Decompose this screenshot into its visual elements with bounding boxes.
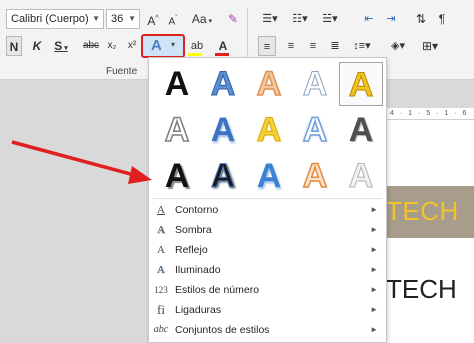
- align-right-icon[interactable]: ≡: [304, 36, 322, 56]
- font-color-icon: A: [218, 39, 228, 53]
- decrease-indent-icon[interactable]: ⇤: [360, 9, 378, 29]
- strikethrough-button[interactable]: abc: [80, 36, 102, 56]
- menu-item-label: Reflejo: [175, 244, 208, 256]
- font-group-label: Fuente: [106, 66, 138, 77]
- chevron-right-icon: ►: [370, 325, 378, 334]
- chevron-down-icon: ▼: [92, 14, 100, 23]
- strikethrough-label: abc: [82, 40, 100, 51]
- text-effects-menu: A A A A A A A A A A A A A A A A Contorno…: [148, 57, 387, 343]
- increase-indent-icon[interactable]: ⇥: [382, 9, 400, 29]
- effect-blue-shadow[interactable]: A: [201, 108, 245, 152]
- change-case-label: Aa: [191, 12, 207, 26]
- font-size-combobox[interactable]: 36 ▼: [106, 9, 140, 29]
- change-case-button[interactable]: Aa ▾: [190, 9, 214, 29]
- align-left-icon[interactable]: ≡: [258, 36, 276, 56]
- highlight-color-swatch: [188, 53, 202, 56]
- reflection-icon: A: [157, 244, 165, 256]
- font-color-button[interactable]: A: [212, 36, 234, 56]
- number-styles-icon: 123: [154, 285, 168, 295]
- menu-item-estilos-de-numero[interactable]: 123 Estilos de número ►: [149, 280, 386, 300]
- subscript-button[interactable]: x₂: [104, 36, 120, 56]
- effect-blue-glow[interactable]: A: [293, 108, 337, 152]
- document-background: [0, 80, 148, 343]
- effect-black-shadow[interactable]: A: [155, 154, 199, 198]
- shrink-font-button[interactable]: Aˇ: [166, 9, 180, 29]
- effect-gray-outline[interactable]: A: [155, 108, 199, 152]
- menu-item-label: Ligaduras: [175, 304, 222, 316]
- menu-item-reflejo[interactable]: A Reflejo ►: [149, 240, 386, 260]
- menu-item-conjuntos-de-estilos[interactable]: abc Conjuntos de estilos ►: [149, 320, 386, 340]
- effect-gold-fill[interactable]: A: [339, 62, 383, 106]
- effect-yellow-glow[interactable]: A: [247, 108, 291, 152]
- menu-item-ligaduras[interactable]: fi Ligaduras ►: [149, 300, 386, 320]
- chevron-right-icon: ►: [370, 225, 378, 234]
- menu-item-label: Iluminado: [175, 264, 221, 276]
- font-name-value: Calibri (Cuerpo): [11, 13, 89, 25]
- horizontal-ruler: 4 · 1 · 5 · 1 · 6: [386, 108, 474, 120]
- clear-formatting-icon[interactable]: ✎: [226, 9, 240, 29]
- menu-item-label: Contorno: [175, 204, 219, 216]
- group-divider: [247, 8, 248, 64]
- font-color-swatch: [215, 53, 229, 56]
- effect-orange-outline[interactable]: A: [247, 62, 291, 106]
- menu-item-contorno[interactable]: A Contorno ►: [149, 200, 386, 220]
- sort-icon[interactable]: ⇅: [412, 9, 430, 29]
- shadow-icon: A: [157, 224, 165, 236]
- text-effects-icon: A: [151, 37, 162, 54]
- justify-icon[interactable]: ≣: [326, 36, 344, 56]
- outline-icon: A: [157, 204, 165, 216]
- effect-black-blue-outline[interactable]: A: [201, 154, 245, 198]
- stylistic-sets-icon: abc: [153, 324, 169, 335]
- ligatures-icon: fi: [157, 302, 165, 317]
- italic-label: K: [32, 39, 42, 53]
- superscript-button[interactable]: x²: [124, 36, 140, 56]
- underline-button[interactable]: S ▾: [52, 36, 70, 56]
- menu-item-label: Sombra: [175, 224, 212, 236]
- chevron-right-icon: ►: [370, 305, 378, 314]
- effect-white-outline[interactable]: A: [293, 62, 337, 106]
- document-text[interactable]: TECH: [386, 274, 457, 305]
- numbering-icon[interactable]: ☷▾: [288, 9, 312, 29]
- italic-button[interactable]: K: [30, 36, 44, 56]
- effect-blue-outline[interactable]: A: [201, 62, 245, 106]
- menu-separator: [153, 198, 382, 199]
- glow-icon: A: [157, 264, 165, 276]
- grow-font-button[interactable]: A^: [146, 9, 160, 29]
- menu-item-iluminado[interactable]: A Iluminado ►: [149, 260, 386, 280]
- align-center-icon[interactable]: ≡: [282, 36, 300, 56]
- chevron-right-icon: ►: [370, 285, 378, 294]
- shading-icon[interactable]: ◈▾: [386, 36, 410, 56]
- bold-button[interactable]: N: [6, 36, 22, 56]
- menu-item-sombra[interactable]: A Sombra ►: [149, 220, 386, 240]
- text-effects-gallery: A A A A A A A A A A A A A A A: [149, 58, 386, 198]
- line-spacing-icon[interactable]: ↕≡▾: [350, 36, 374, 56]
- chevron-down-icon: ▾: [171, 40, 176, 49]
- bullets-icon[interactable]: ☰▾: [258, 9, 282, 29]
- show-marks-icon[interactable]: ¶: [434, 9, 450, 29]
- menu-item-label: Estilos de número: [175, 284, 260, 296]
- multilevel-list-icon[interactable]: ☱▾: [318, 9, 342, 29]
- highlight-color-button[interactable]: ab: [186, 36, 208, 56]
- highlight-icon: ab: [190, 40, 204, 52]
- font-size-value: 36: [111, 13, 124, 25]
- effect-blue-bevel[interactable]: A: [247, 154, 291, 198]
- banner-text[interactable]: TECH: [386, 196, 459, 227]
- effect-dark-gray[interactable]: A: [339, 108, 383, 152]
- chevron-right-icon: ►: [370, 205, 378, 214]
- menu-item-label: Conjuntos de estilos: [175, 324, 270, 336]
- effect-plain-black[interactable]: A: [155, 62, 199, 106]
- chevron-right-icon: ►: [370, 245, 378, 254]
- subscript-label: x₂: [107, 40, 117, 51]
- chevron-down-icon: ▼: [128, 14, 136, 23]
- text-effects-button[interactable]: A ▾: [141, 34, 185, 58]
- chevron-right-icon: ►: [370, 265, 378, 274]
- borders-icon[interactable]: ⊞▾: [418, 36, 442, 56]
- font-name-combobox[interactable]: Calibri (Cuerpo) ▼: [6, 9, 104, 29]
- effect-silver[interactable]: A: [339, 154, 383, 198]
- superscript-label: x²: [127, 40, 137, 51]
- effect-orange-glow[interactable]: A: [293, 154, 337, 198]
- bold-label: N: [9, 40, 19, 54]
